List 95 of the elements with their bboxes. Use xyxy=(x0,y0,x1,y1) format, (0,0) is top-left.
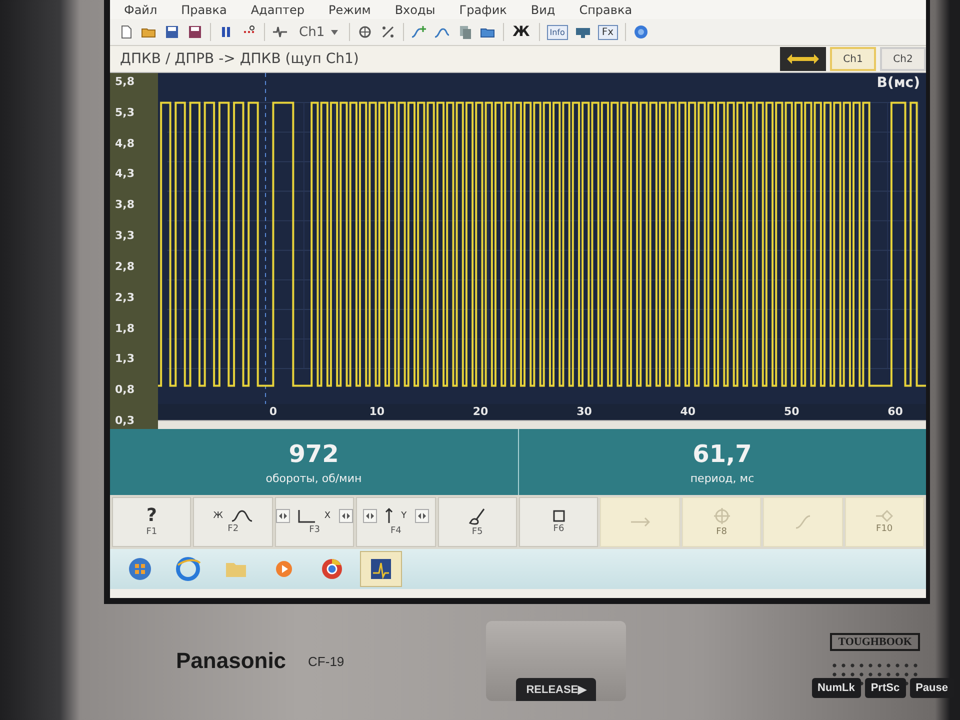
key-label: F10 xyxy=(876,524,893,534)
readout-value: 61,7 xyxy=(692,440,752,468)
x-tick-label: 30 xyxy=(576,405,592,418)
channel-select[interactable]: Ch1 xyxy=(295,24,342,40)
function-key[interactable]: X F3 xyxy=(274,497,354,547)
crosshair-icon xyxy=(712,507,731,525)
double-arrow-icon xyxy=(786,52,820,66)
channel-tab[interactable]: Ch2 xyxy=(880,47,926,71)
slope-icon xyxy=(794,515,811,529)
help-icon[interactable] xyxy=(632,24,649,40)
readout-value: 972 xyxy=(288,440,339,468)
y-tick-label: 2,3 xyxy=(115,290,136,304)
readout-label: период, мс xyxy=(690,472,754,484)
unit-label: В(мс) xyxy=(876,75,920,91)
bold-button[interactable]: Ж xyxy=(510,24,532,40)
scrollbar[interactable] xyxy=(158,420,926,429)
percent-icon[interactable] xyxy=(380,24,396,40)
expand-button[interactable] xyxy=(338,509,353,523)
y-tick-label: 4,8 xyxy=(115,136,136,150)
key-label: F3 xyxy=(309,525,320,535)
x-tick-label: 40 xyxy=(680,405,696,418)
axis-letter: Y xyxy=(401,511,407,521)
series-badge: TOUGHBOOK xyxy=(830,633,920,651)
menu-item[interactable]: Справка xyxy=(579,2,632,16)
x-axis-icon xyxy=(298,509,316,523)
expand-button[interactable] xyxy=(414,509,429,523)
pulse-icon[interactable] xyxy=(272,24,288,40)
menu-item[interactable]: Входы xyxy=(394,2,436,16)
formula-button[interactable]: Fx xyxy=(598,24,618,40)
info-button[interactable]: Info xyxy=(546,24,568,40)
x-tick-label: 60 xyxy=(888,405,903,418)
menu-item[interactable]: Адаптер xyxy=(250,2,305,16)
arrow-icon xyxy=(630,517,650,527)
keyboard-key[interactable]: NumLk xyxy=(812,678,861,698)
channel-tab[interactable]: Ch1 xyxy=(830,47,876,71)
menu-item[interactable]: Режим xyxy=(328,2,371,16)
menu-item[interactable]: Вид xyxy=(530,2,556,16)
caret-icon xyxy=(330,30,338,34)
save-as-icon[interactable] xyxy=(187,24,203,40)
browser-icon xyxy=(174,555,202,583)
shrink-button[interactable] xyxy=(276,509,290,523)
function-key[interactable]: ? F1 xyxy=(112,497,192,547)
release-button[interactable]: RELEASE▶ xyxy=(516,678,596,701)
function-key[interactable]: Ж F2 xyxy=(193,497,273,547)
menu-item[interactable]: Правка xyxy=(181,2,227,16)
x-tick-label: 10 xyxy=(369,405,385,418)
start-icon xyxy=(126,555,154,583)
keyboard-key[interactable]: PrtSc xyxy=(864,678,906,698)
arrows-icon xyxy=(366,512,374,520)
cursor-line[interactable] xyxy=(265,73,266,404)
brand-logo: Panasonic xyxy=(176,648,286,674)
help-glyph: ? xyxy=(146,507,157,525)
y-tick-label: 1,8 xyxy=(115,322,136,334)
arrows-icon xyxy=(418,512,426,520)
key-label: F6 xyxy=(553,524,564,534)
function-key[interactable]: F5 xyxy=(438,497,518,547)
arrows-icon xyxy=(342,512,350,520)
y-tick-label: 3,8 xyxy=(115,198,136,212)
y-tick-label: 2,8 xyxy=(115,260,136,273)
key-label: F2 xyxy=(228,524,239,534)
y-tick-label: 3,3 xyxy=(115,229,136,242)
y-axis-icon xyxy=(385,508,394,524)
x-tick-label: 0 xyxy=(269,405,278,418)
readout-label: обороты, об/мин xyxy=(266,472,362,484)
y-tick-label: 0,3 xyxy=(115,414,136,427)
axis-letter: X xyxy=(324,511,331,521)
add-curve-icon[interactable] xyxy=(410,24,427,40)
key-label: F4 xyxy=(390,526,402,536)
y-tick-label: 0,8 xyxy=(115,383,136,396)
key-label: F8 xyxy=(716,527,727,537)
square-icon xyxy=(552,510,565,522)
function-key[interactable]: Y F4 xyxy=(356,497,436,547)
y-tick-label: 5,8 xyxy=(115,75,136,88)
window-title: ДПКВ / ДПРВ -> ДПКВ (щуп Ch1) xyxy=(120,51,360,67)
curve-icon xyxy=(230,510,253,522)
x-tick-label: 50 xyxy=(784,405,800,418)
save-icon[interactable] xyxy=(164,24,180,40)
model-label: CF-19 xyxy=(308,654,344,668)
arrows-icon xyxy=(279,512,288,520)
x-tick-label: 20 xyxy=(472,405,488,418)
key-label: F5 xyxy=(472,526,483,536)
exit-icon xyxy=(875,510,894,522)
menu-item[interactable]: График xyxy=(459,2,507,16)
shrink-button[interactable] xyxy=(363,509,378,523)
y-tick-label: 4,3 xyxy=(115,167,136,180)
y-tick-label: 1,3 xyxy=(115,352,136,366)
key-label: F1 xyxy=(146,527,158,537)
y-tick-label: 5,3 xyxy=(115,106,136,119)
sync-icon[interactable] xyxy=(356,24,373,40)
taskbar-button[interactable] xyxy=(360,551,402,587)
cursor-button[interactable] xyxy=(780,47,826,71)
axis-letter: Ж xyxy=(213,511,223,521)
brush-icon xyxy=(469,508,486,524)
function-key[interactable]: F6 xyxy=(519,497,598,547)
menu-item[interactable]: Файл xyxy=(124,2,158,16)
